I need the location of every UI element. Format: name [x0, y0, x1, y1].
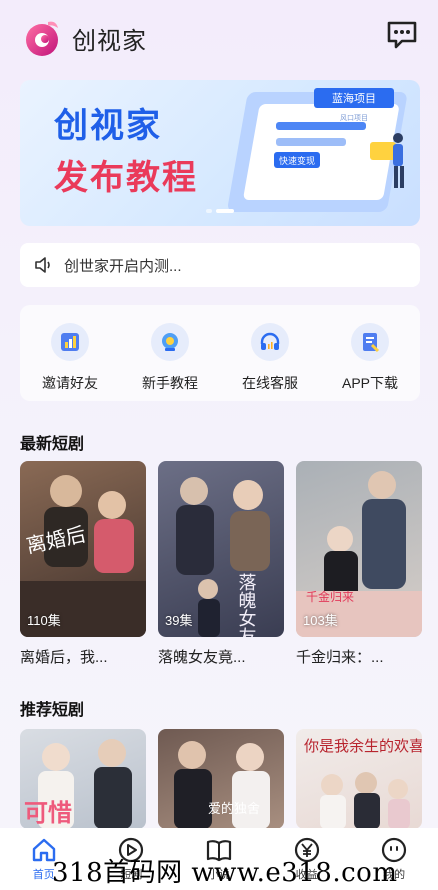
recommend-card[interactable]: 你是我余生的欢喜	[296, 729, 422, 829]
episode-count: 103集	[303, 613, 338, 628]
recommend-card[interactable]: 爱的独舍	[158, 729, 284, 829]
poster-art: 你是我余生的欢喜	[304, 737, 422, 829]
drama-card[interactable]: 千金归来 103集 千金归来：...	[296, 461, 422, 667]
episode-count: 110集	[27, 613, 61, 628]
drama-poster: 爱的独舍	[158, 729, 284, 829]
poster-title: 落魄女友	[236, 573, 257, 637]
quick-online-support[interactable]: 在线客服	[220, 305, 320, 401]
svg-text:蓝海项目: 蓝海项目	[332, 91, 376, 105]
quick-tutorial[interactable]: 新手教程	[120, 305, 220, 401]
section-title-recommend: 推荐短剧	[20, 702, 85, 719]
quick-label: 邀请好友	[42, 375, 98, 391]
headset-icon	[251, 323, 289, 361]
quick-app-download[interactable]: APP下载	[320, 305, 420, 401]
drama-title: 落魄女友竟...	[158, 649, 246, 666]
watermark-text: 318首码网 www.e318.com	[52, 858, 398, 888]
episode-count: 39集	[165, 613, 193, 628]
drama-poster: 可惜	[20, 729, 146, 829]
speaker-icon	[35, 257, 50, 273]
announcement-text: 创世家开启内测...	[64, 257, 182, 275]
quick-label: APP下载	[341, 375, 398, 391]
quick-label: 在线客服	[242, 375, 298, 391]
svg-text:风口项目: 风口项目	[340, 114, 368, 122]
quick-actions: 邀请好友 新手教程 在线客服 APP下载	[20, 305, 420, 401]
banner-title: 创视家	[54, 106, 162, 146]
poster-art: 可惜	[24, 739, 132, 829]
banner-pagination	[206, 209, 234, 213]
drama-card[interactable]: 落魄女友 39集 落魄女友竟...	[158, 461, 284, 667]
tutorial-icon	[151, 323, 189, 361]
poster-title: 爱的独舍	[208, 801, 260, 817]
drama-poster: 你是我余生的欢喜	[296, 729, 422, 829]
chat-bubble-icon[interactable]	[386, 20, 418, 50]
announcement-bar[interactable]: 创世家开启内测...	[20, 243, 420, 287]
banner-illustration: 快速变现 蓝海项目 风口项目	[228, 88, 407, 212]
pagination-dot-active[interactable]	[216, 209, 234, 213]
invite-chart-icon	[51, 323, 89, 361]
app-logo: 创视家	[22, 16, 147, 60]
recommend-card[interactable]: 可惜	[20, 729, 146, 829]
quick-invite-friends[interactable]: 邀请好友	[20, 305, 120, 401]
app-header: 创视家	[0, 0, 438, 72]
drama-poster: 落魄女友 39集	[158, 461, 284, 637]
drama-poster: 离婚后 110集	[20, 461, 146, 637]
drama-title: 千金归来：...	[296, 649, 384, 666]
banner-subtitle: 发布教程	[54, 158, 198, 198]
drama-card[interactable]: 离婚后 110集 离婚后，我...	[20, 461, 146, 667]
poster-title: 千金归来	[306, 589, 354, 604]
drama-title: 离婚后，我...	[20, 649, 108, 666]
drama-poster: 千金归来 103集	[296, 461, 422, 637]
app-name: 创视家	[72, 26, 147, 55]
quick-label: 新手教程	[142, 375, 198, 391]
promo-banner[interactable]: 创视家 发布教程 快速变现 蓝海项目 风口项目	[20, 80, 420, 226]
poster-art: 爱的独舍	[174, 741, 270, 829]
download-doc-icon	[351, 323, 389, 361]
svg-text:快速变现: 快速变现	[279, 155, 315, 167]
section-title-latest: 最新短剧	[20, 436, 85, 453]
swirl-logo-icon	[26, 21, 58, 56]
poster-title: 你是我余生的欢喜	[304, 737, 422, 755]
poster-title: 可惜	[24, 799, 72, 827]
pagination-dot[interactable]	[206, 209, 212, 213]
